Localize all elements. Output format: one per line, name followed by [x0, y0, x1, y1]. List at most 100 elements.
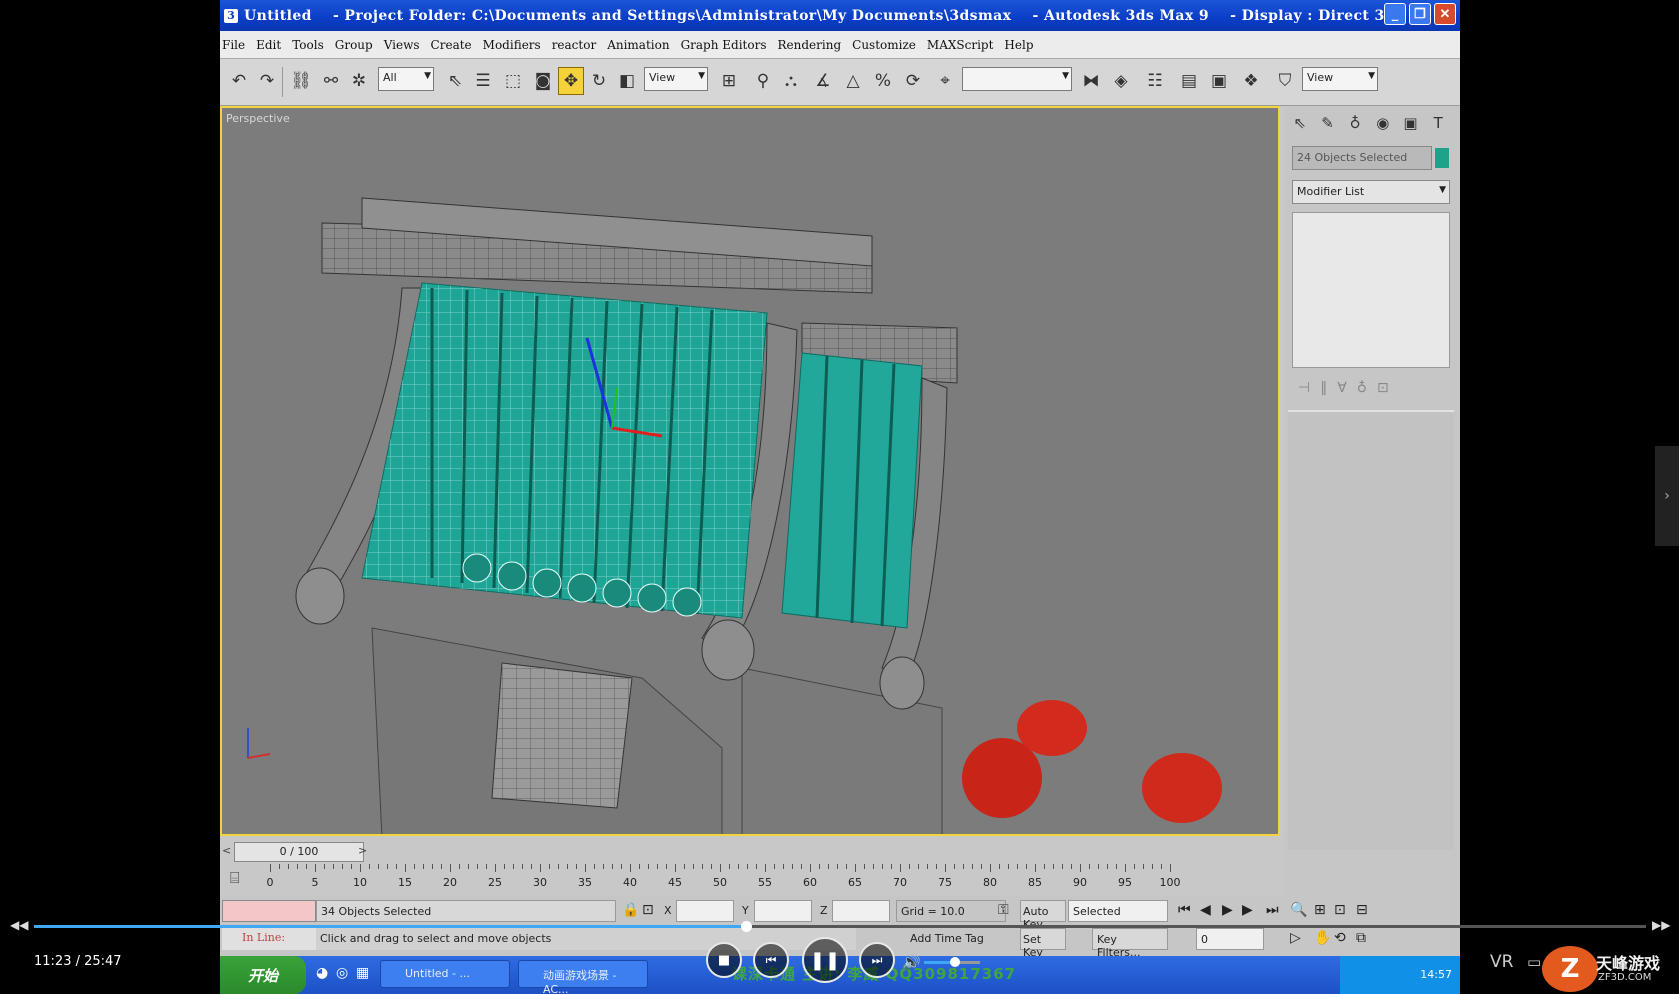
- zoom-extents-icon[interactable]: ⊡: [1334, 902, 1346, 918]
- skip-forward-icon[interactable]: ▶▶: [1652, 918, 1670, 932]
- key-filters-button[interactable]: Key Filters...: [1092, 928, 1168, 959]
- select-manipulate-icon[interactable]: ⚲: [750, 67, 776, 95]
- unlink-icon[interactable]: ⚯: [318, 67, 344, 95]
- edit-named-selection-icon[interactable]: ⟳: [900, 67, 926, 95]
- menu-rendering[interactable]: Rendering: [778, 38, 842, 52]
- menu-views[interactable]: Views: [384, 38, 420, 52]
- layer-manager-icon[interactable]: ☷: [1142, 67, 1168, 95]
- bind-space-warp-icon[interactable]: ✲: [346, 67, 372, 95]
- set-key-button[interactable]: Set Key: [1020, 928, 1066, 959]
- mirror-icon[interactable]: ⧓: [1078, 67, 1104, 95]
- undo-icon[interactable]: ↶: [226, 67, 252, 95]
- menu-reactor[interactable]: reactor: [552, 38, 597, 52]
- snaps-toggle-icon[interactable]: ⛬: [778, 67, 804, 95]
- volume-icon[interactable]: 🔊: [902, 953, 921, 971]
- select-scale-icon[interactable]: ◧: [614, 67, 640, 95]
- reference-coordinate-dropdown[interactable]: View ▼: [644, 67, 708, 91]
- window-crossing-icon[interactable]: ◙: [530, 67, 556, 95]
- add-time-tag[interactable]: Add Time Tag: [906, 928, 1016, 950]
- motion-tab-icon[interactable]: ◉: [1371, 110, 1395, 136]
- previous-button[interactable]: ⏮: [753, 942, 789, 978]
- seek-bar[interactable]: [34, 921, 1646, 932]
- time-slider[interactable]: 0 / 100: [234, 842, 364, 862]
- menu-graph-editors[interactable]: Graph Editors: [681, 38, 767, 52]
- menu-customize[interactable]: Customize: [852, 38, 916, 52]
- pivot-center-icon[interactable]: ⊞: [716, 67, 742, 95]
- volume-handle[interactable]: [949, 957, 960, 967]
- screen-mode-icon[interactable]: ▭: [1527, 953, 1541, 971]
- stop-button[interactable]: ■: [706, 942, 742, 978]
- select-rotate-icon[interactable]: ↻: [586, 67, 612, 95]
- redo-icon[interactable]: ↷: [254, 67, 280, 95]
- object-name-field[interactable]: 24 Objects Selected: [1292, 146, 1432, 170]
- key-icon[interactable]: ⚿: [998, 902, 1009, 918]
- maxscript-listener[interactable]: [222, 900, 316, 922]
- select-link-icon[interactable]: ⛓: [288, 67, 314, 95]
- hierarchy-tab-icon[interactable]: ♁: [1343, 110, 1367, 136]
- pause-button[interactable]: ❚❚: [802, 937, 848, 983]
- desktop-icon[interactable]: ▦: [356, 965, 369, 981]
- curve-editor-icon[interactable]: ▤: [1176, 67, 1202, 95]
- rectangular-region-icon[interactable]: ⬚: [500, 67, 526, 95]
- zoom-icon[interactable]: 🔍: [1290, 902, 1307, 918]
- select-by-name-icon[interactable]: ☰: [470, 67, 496, 95]
- percent-snap-icon[interactable]: △: [840, 67, 866, 95]
- field-of-view-icon[interactable]: ▷: [1290, 930, 1301, 946]
- task-explorer[interactable]: 动画游戏场景 - AC...: [518, 960, 648, 994]
- angle-snap-icon[interactable]: ∡: [810, 67, 836, 95]
- select-object-icon[interactable]: ⇖: [442, 67, 468, 95]
- zoom-all-icon[interactable]: ⊞: [1314, 902, 1326, 918]
- maximize-viewport-icon[interactable]: ⧉: [1356, 930, 1366, 946]
- align-icon[interactable]: ◈: [1108, 67, 1134, 95]
- track-bar[interactable]: 0 5 10 15 20 25 30 35 40 45 50 55 60 65 70 75 80 85 90 95 10…: [267, 864, 1270, 894]
- named-selection-set-icon[interactable]: ⌖: [932, 67, 958, 95]
- menu-maxscript[interactable]: MAXScript: [927, 38, 994, 52]
- pin-stack-icon[interactable]: ⊣: [1298, 380, 1310, 396]
- vr-button[interactable]: VR: [1490, 952, 1513, 972]
- make-unique-icon[interactable]: ∀: [1337, 380, 1347, 396]
- skip-back-icon[interactable]: ◀◀: [10, 918, 28, 932]
- remove-modifier-icon[interactable]: ♁: [1357, 380, 1367, 396]
- auto-key-button[interactable]: Auto Key: [1020, 900, 1066, 931]
- menu-help[interactable]: Help: [1004, 38, 1033, 52]
- named-selection-dropdown[interactable]: ▼: [962, 67, 1072, 91]
- time-slider-prev-icon[interactable]: <: [222, 844, 231, 857]
- volume-slider[interactable]: [924, 957, 980, 967]
- render-type-dropdown[interactable]: View ▼: [1302, 67, 1378, 91]
- play-icon[interactable]: ▶: [1222, 902, 1233, 918]
- z-coordinate-field[interactable]: [832, 900, 890, 922]
- goto-start-icon[interactable]: ⏮: [1178, 902, 1191, 918]
- key-mode-dropdown[interactable]: Selected: [1068, 900, 1168, 922]
- object-color-swatch[interactable]: [1435, 148, 1449, 168]
- selection-filter-dropdown[interactable]: All ▼: [378, 67, 434, 91]
- menu-group[interactable]: Group: [335, 38, 373, 52]
- previous-frame-icon[interactable]: ◀: [1200, 902, 1211, 918]
- pan-view-icon[interactable]: ✋: [1314, 930, 1331, 946]
- seek-handle[interactable]: [740, 921, 752, 932]
- menu-modifiers[interactable]: Modifiers: [483, 38, 541, 52]
- spinner-snap-icon[interactable]: %: [870, 67, 896, 95]
- start-button[interactable]: 开始: [220, 956, 306, 994]
- render-scene-icon[interactable]: ⛉: [1272, 67, 1298, 95]
- modify-tab-icon[interactable]: ✎: [1316, 110, 1340, 136]
- next-frame-icon[interactable]: ▶: [1242, 902, 1253, 918]
- configure-sets-icon[interactable]: ⊡: [1377, 380, 1389, 396]
- modifier-list-dropdown[interactable]: Modifier List ▼: [1292, 180, 1450, 204]
- menu-create[interactable]: Create: [431, 38, 472, 52]
- material-editor-icon[interactable]: ❖: [1238, 67, 1264, 95]
- perspective-viewport[interactable]: Perspective: [220, 106, 1280, 836]
- ie-icon[interactable]: ◕: [316, 965, 328, 981]
- menu-tools[interactable]: Tools: [292, 38, 324, 52]
- mini-curve-editor-icon[interactable]: ⌸: [230, 868, 240, 888]
- menu-file[interactable]: File: [222, 38, 245, 52]
- zoom-extents-all-icon[interactable]: ⊟: [1356, 902, 1368, 918]
- y-coordinate-field[interactable]: [754, 900, 812, 922]
- create-tab-icon[interactable]: ⇖: [1288, 110, 1312, 136]
- absolute-mode-icon[interactable]: ⊡: [642, 902, 654, 918]
- goto-end-icon[interactable]: ⏭: [1266, 902, 1279, 918]
- menu-edit[interactable]: Edit: [256, 38, 281, 52]
- arc-rotate-icon[interactable]: ⟲: [1334, 930, 1346, 946]
- current-frame-field[interactable]: 0: [1196, 928, 1264, 950]
- media-icon[interactable]: ◎: [336, 965, 348, 981]
- next-button[interactable]: ⏭: [859, 942, 895, 978]
